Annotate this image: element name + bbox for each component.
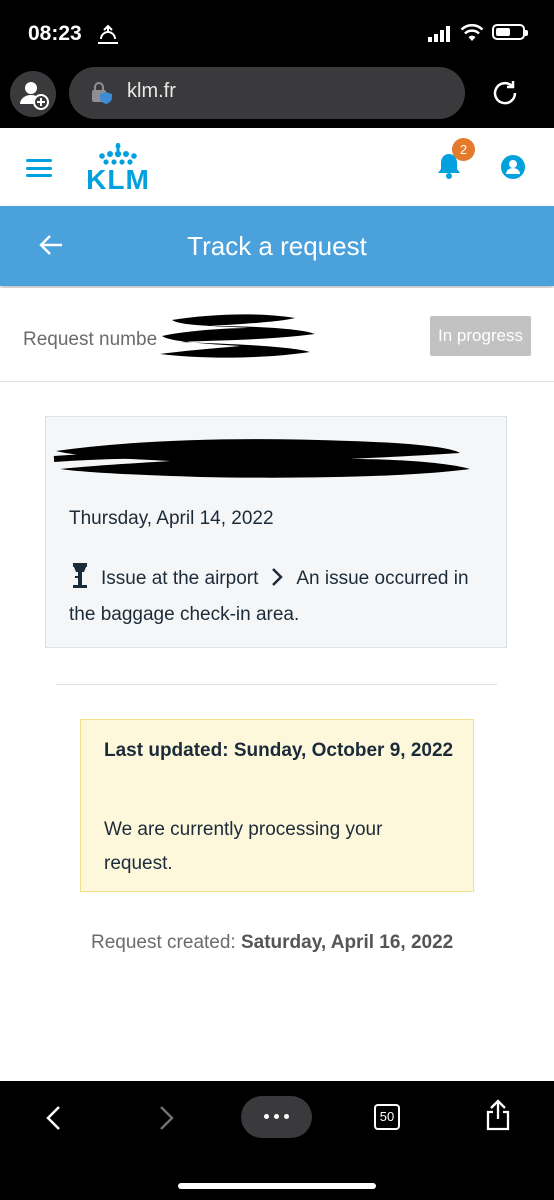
signal-icon (428, 26, 450, 42)
chevron-right-icon (272, 568, 284, 586)
redacted-issue-title (53, 439, 470, 478)
request-number-label: Request numbe (23, 329, 158, 350)
nav-forward-icon[interactable] (156, 1105, 176, 1131)
created-label: Request created: (91, 932, 236, 953)
page-title: Track a request (187, 231, 367, 261)
app-header: KLM 2 (0, 128, 554, 206)
tabs-icon[interactable]: 50 (374, 1104, 400, 1130)
nav-back-icon[interactable] (44, 1105, 64, 1131)
browser-chrome: 08:23 klm.fr (0, 0, 554, 128)
divider (56, 684, 497, 685)
share-icon[interactable] (484, 1099, 512, 1131)
notice-message: We are currently processing your request… (104, 819, 383, 874)
request-header: Request numbe In progress (0, 288, 554, 382)
last-updated: Last updated: Sunday, October 9, 2022 (104, 740, 454, 761)
control-tower-icon (73, 563, 87, 588)
account-icon[interactable] (500, 154, 526, 180)
request-created: Request created: Saturday, April 16, 202… (91, 926, 471, 960)
created-date: Saturday, April 16, 2022 (240, 932, 454, 953)
lock-shield-icon (92, 82, 112, 104)
issue-date: Thursday, April 14, 2022 (69, 508, 274, 529)
update-notice: Last updated: Sunday, October 9, 2022 We… (80, 719, 474, 892)
klm-logo[interactable]: KLM (76, 142, 160, 195)
crown-icon (99, 143, 137, 165)
person-add-icon (20, 82, 49, 110)
profile-button[interactable] (10, 71, 56, 117)
menu-icon[interactable] (26, 159, 52, 177)
battery-icon (492, 24, 528, 40)
issue-category: Issue at the airport (101, 568, 259, 589)
status-time: 08:23 (28, 22, 82, 45)
status-badge: In progress (430, 316, 531, 356)
url-text: klm.fr (127, 80, 176, 102)
reload-icon[interactable] (490, 78, 520, 108)
home-indicator[interactable] (178, 1183, 376, 1189)
url-bar[interactable]: klm.fr (69, 67, 465, 119)
issue-card: Thursday, April 14, 2022 Issue at the ai… (45, 416, 507, 648)
brand-text: KLM (86, 164, 150, 195)
more-icon[interactable] (241, 1096, 312, 1138)
issue-description: Issue at the airport An issue occurred i… (69, 561, 479, 633)
title-bar: Track a request (0, 206, 554, 286)
redacted-request-number (160, 314, 315, 358)
wifi-icon (460, 24, 484, 41)
sunrise-icon (98, 24, 118, 44)
notification-badge: 2 (452, 138, 475, 161)
